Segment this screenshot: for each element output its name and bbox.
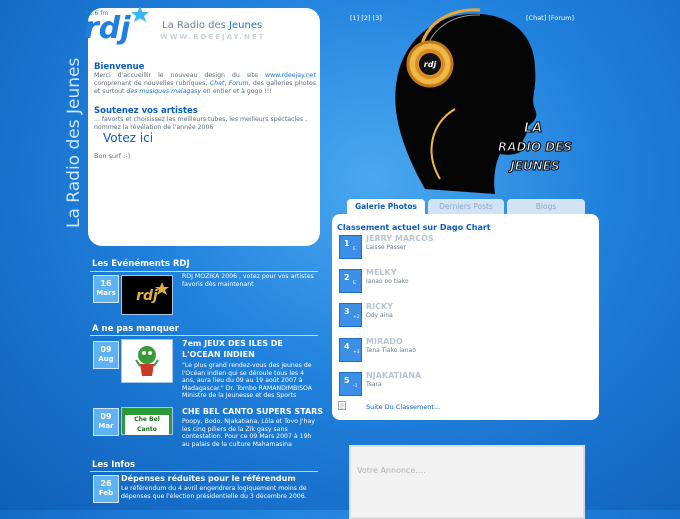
event-text: "Le plus grand rendez-vous des jeunes de… [182,362,313,400]
info-date-badge: 26 Feb [93,475,119,503]
chart-song[interactable]: Ianao no tiako [366,278,409,285]
brand-tagline: La Radio des Jeunes [162,20,263,31]
tab-galerie-photos[interactable]: Galerie Photos [347,199,425,214]
chat-link[interactable]: Chat [210,80,224,87]
events-heading: Les Evénéments RDJ [92,259,190,269]
svg-text:JEUNES: JEUNES [508,159,559,173]
music-link[interactable]: des musiques malagasy [126,88,201,95]
rank-badge: 3 +2 [339,303,362,327]
forum-link[interactable]: Forum [229,80,249,87]
rdj-logo[interactable]: rdj 96.6 fm [80,4,152,48]
support-heading: Soutenez vos artistes [94,106,198,116]
svg-text:rdj: rdj [136,288,158,304]
rank-badge: 1E [339,235,362,259]
brand-url: WWW.RDEEJAY.NET [160,33,266,41]
svg-text:LA: LA [524,121,542,136]
chart-song[interactable]: Tena Tiako ianao [366,347,416,354]
rank-badge: 5 -1 [339,372,362,396]
not-to-miss-heading: A ne pas manquer [92,324,179,334]
welcome-heading: Bienvenue [94,62,145,72]
svg-text:RADIO DES: RADIO DES [498,140,572,154]
hero-headphones-art: rdj LA RADIO DES JEUNES [395,8,573,194]
site-link[interactable]: www.rdeejay.net [265,72,316,79]
tab-derniers-posts[interactable]: Derniers Posts [428,199,504,214]
infos-heading: Les Infos [92,460,136,470]
svg-text:96.6 fm: 96.6 fm [85,10,108,17]
chart-song[interactable]: Tsara [366,381,382,388]
vote-link[interactable]: Votez ici [103,131,153,145]
rdj-mozika-thumbnail[interactable]: rdj [121,275,173,315]
event-date-badge: 09 Aug [93,341,119,369]
document-icon [338,401,346,410]
ad-box[interactable] [349,445,585,519]
rank-badge: 4 +3 [339,338,362,362]
rank-badge: 2E [339,269,362,293]
event-text: Poopy, Bodo, Njakatiana, Lôla et Tovo J'… [182,418,315,448]
divider [90,335,318,336]
chart-song[interactable]: Laisse Passer [366,244,406,251]
chart-artist[interactable]: NJAKATIANA [366,371,421,380]
event-text[interactable]: RDJ MOZIKA 2006 , votez pour vos artiste… [182,273,318,288]
tab-blogs[interactable]: Blogs [507,199,585,214]
chart-song[interactable]: Ody aina [366,312,393,319]
chart-artist[interactable]: MELKY [366,268,397,277]
chart-artist[interactable]: JERRY MARCOS [366,234,434,243]
info-text: Le référendum du 4 avril engendrera logi… [121,485,307,500]
divider [90,471,318,472]
page-links[interactable]: [1] [2] [3] [350,14,382,22]
welcome-text: Merci d'accueillir le nouveau design du … [94,72,316,95]
event-title[interactable]: 7em JEUX DES ILES DE [182,339,283,349]
chart-artist[interactable]: RICKY [366,302,393,311]
event-date-badge: 09 Mar [93,408,119,436]
svg-text:rdj: rdj [424,60,437,69]
che-bel-canto-thumbnail[interactable]: Che Bel Canto [121,407,173,435]
support-text: ... favorts et choisissez les meilleurs … [94,116,308,131]
divider [90,271,318,272]
vertical-site-title: La Radio des Jeunes [64,57,84,228]
more-chart-link[interactable]: Suite Du Classement... [366,403,440,411]
jeux-des-iles-thumbnail[interactable] [121,339,173,383]
event-title[interactable]: L'OCEAN INDIEN [182,350,255,360]
event-date-badge: 16 Mars [93,275,119,303]
signoff-text: Bon surf :-) [94,152,131,160]
chart-title: Classement actuel sur Dago Chart [337,223,491,232]
ad-placeholder-text: Votre Annonce.... [357,466,426,475]
info-title[interactable]: Dépenses réduites pour le référendum [121,474,296,484]
chart-artist[interactable]: MIRADO [366,337,403,346]
event-title[interactable]: CHE BEL CANTO SUPERS STARS [182,407,323,417]
